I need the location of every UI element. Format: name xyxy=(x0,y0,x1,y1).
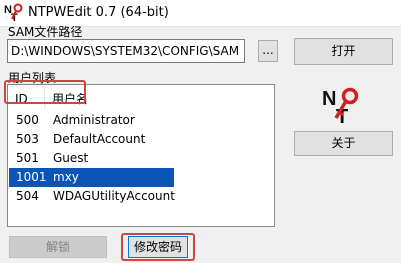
unlock-button[interactable]: 解锁 xyxy=(9,236,107,258)
user-name: Guest xyxy=(53,151,89,165)
user-id: 501 xyxy=(16,151,39,165)
user-name: Administrator xyxy=(53,113,135,127)
user-id: 504 xyxy=(16,189,39,203)
user-id: 503 xyxy=(16,132,39,146)
sam-path-label: SAM文件路径 xyxy=(8,25,83,39)
title-bar[interactable]: N T NTPWEdit 0.7 (64-bit) xyxy=(0,0,401,27)
user-name: DefaultAccount xyxy=(53,132,146,146)
list-item-501[interactable]: 501 Guest xyxy=(9,149,273,168)
user-name: mxy xyxy=(53,170,79,184)
user-list[interactable]: ID 用户名 500 Administrator 503 DefaultAcco… xyxy=(7,84,275,227)
svg-text:N: N xyxy=(322,88,336,110)
sam-path-field[interactable]: D:\WINDOWS\SYSTEM32\CONFIG\SAM xyxy=(7,39,245,63)
list-item-504[interactable]: 504 WDAGUtilityAccount xyxy=(9,187,273,206)
list-item-1001-selected[interactable]: 1001 mxy xyxy=(9,168,174,187)
change-password-highlight-frame xyxy=(121,233,195,261)
open-button[interactable]: 打开 xyxy=(294,38,393,65)
browse-button[interactable]: ... xyxy=(258,40,278,62)
nt-key-logo-icon: N T xyxy=(322,87,359,124)
list-item-500[interactable]: 500 Administrator xyxy=(9,111,273,130)
window-title: NTPWEdit 0.7 (64-bit) xyxy=(28,5,169,20)
user-id: 500 xyxy=(16,113,39,127)
nt-key-app-icon: N T xyxy=(4,2,24,22)
user-id: 1001 xyxy=(16,170,47,184)
list-item-503[interactable]: 503 DefaultAccount xyxy=(9,130,273,149)
about-button[interactable]: 关于 xyxy=(294,131,393,156)
user-name: WDAGUtilityAccount xyxy=(53,189,175,203)
selected-row-highlight-frame xyxy=(4,80,86,104)
